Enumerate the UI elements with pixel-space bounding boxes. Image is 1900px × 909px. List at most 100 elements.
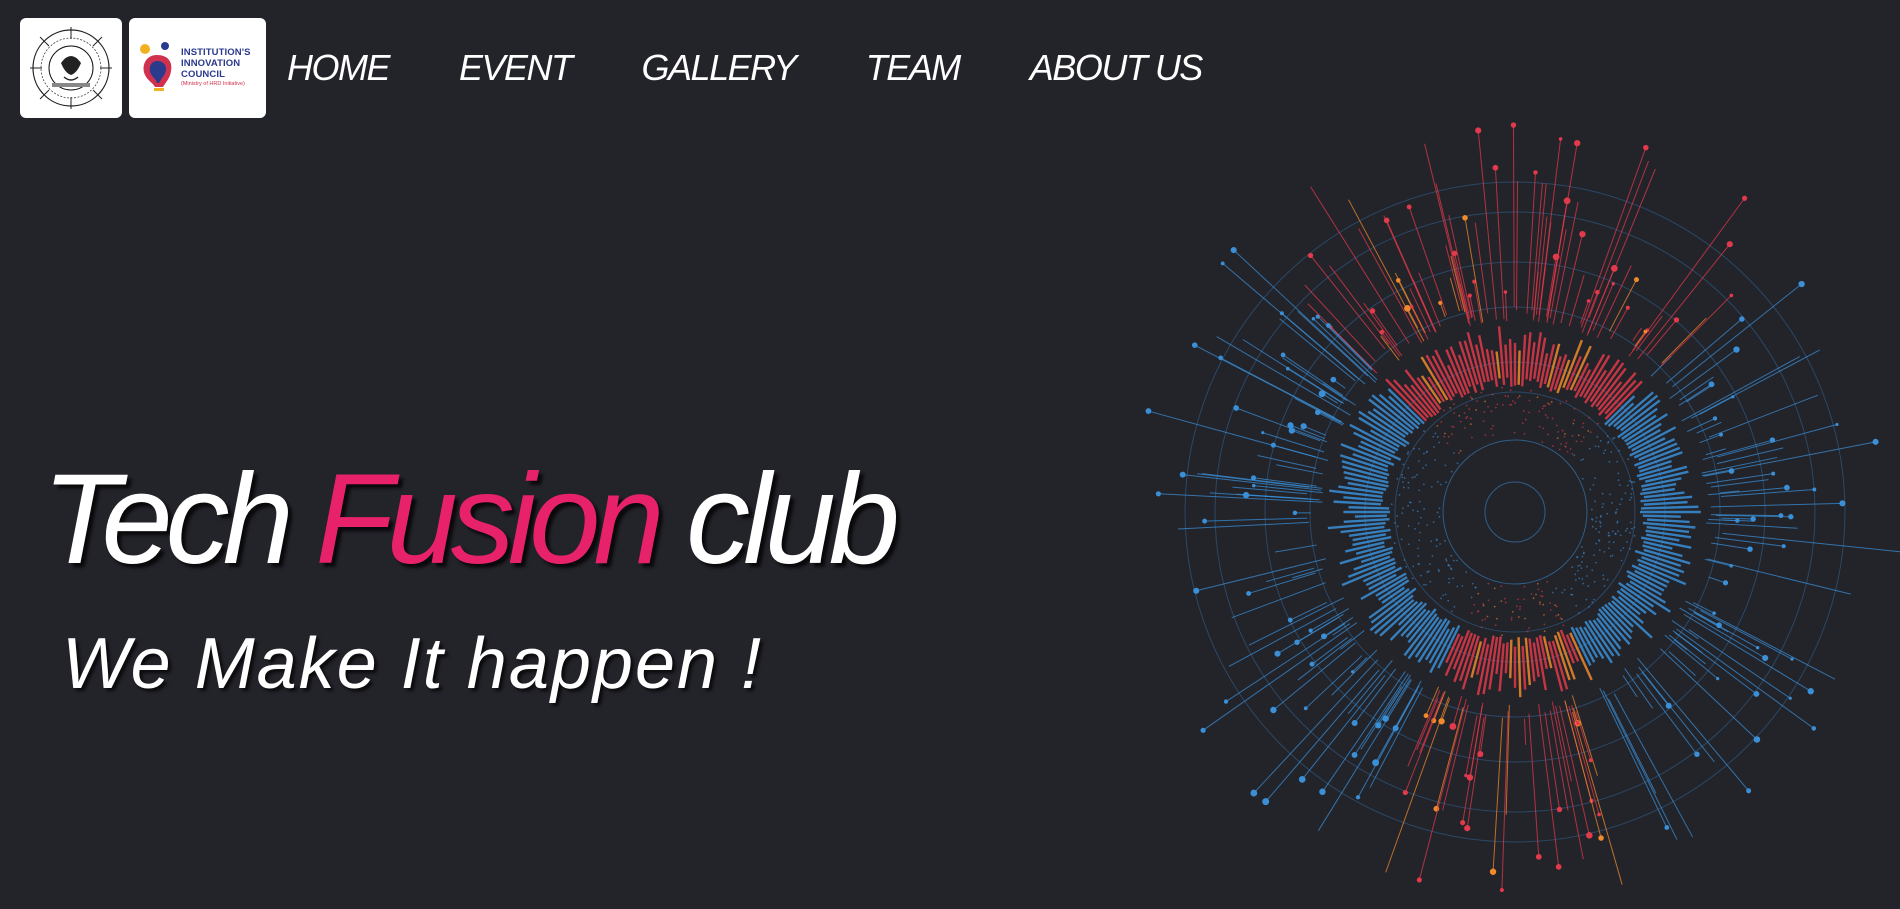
radial-texture-dot [1407,543,1410,546]
radial-texture-dot [1569,448,1572,450]
radial-texture-dot [1461,585,1464,587]
nav-home[interactable]: HOME [287,18,391,118]
radial-spike-tip [1252,483,1256,488]
radial-texture-dot [1633,534,1636,537]
radial-band-bar [1508,338,1513,387]
nav-team[interactable]: TEAM [866,18,962,118]
radial-texture-dot [1624,492,1627,495]
radial-spike [1194,344,1343,423]
radial-texture-dot [1511,400,1514,402]
iic-logo[interactable]: INSTITUTION'S INNOVATION COUNCIL (Minist… [129,17,266,118]
radial-spike-tip [1464,825,1471,832]
radial-texture-dot [1492,424,1494,427]
radial-spike-tip [1728,468,1735,474]
radial-texture-dot [1423,430,1425,433]
radial-texture-dot [1597,422,1599,425]
radial-texture-dot [1402,486,1405,489]
radial-spike [1572,711,1623,885]
radial-texture-dot [1603,550,1606,553]
radial-spike-tip [1449,723,1457,730]
radial-texture-dot [1409,501,1412,504]
radial-texture-dot [1560,443,1563,445]
radial-texture-dot [1442,594,1445,597]
radial-texture-dot [1604,449,1607,452]
radial-spike [1679,376,1714,401]
radial-spike [1328,325,1373,370]
radial-texture-dot [1577,612,1580,614]
radial-band-bar [1647,518,1690,524]
radial-spike-tip [1309,661,1315,667]
radial-texture-dot [1544,413,1547,416]
radial-spike-tip [1788,514,1794,520]
radial-texture-dot [1481,619,1484,622]
radial-texture-dot [1407,450,1410,453]
radial-texture-dot [1403,559,1406,561]
radial-texture-dot [1577,434,1580,437]
radial-texture-dot [1585,598,1588,601]
radial-spike [1688,629,1791,699]
radial-band-bar [1517,350,1521,385]
radial-spike [1596,265,1632,338]
radial-spike [1545,256,1557,317]
radial-texture-dot [1474,586,1477,589]
radial-texture-dot [1608,547,1610,550]
nav-about-us[interactable]: ABOUT US [1030,18,1204,118]
radial-spike-tip [1625,305,1630,310]
radial-texture-dot [1588,447,1591,450]
radial-texture-dot [1570,593,1572,596]
radial-spike-tip [1416,877,1422,883]
radial-texture-dot [1591,518,1594,521]
radial-texture-dot [1554,604,1557,607]
radial-spike-tip [1753,736,1761,743]
radial-spike-tip [1574,139,1581,147]
radial-spike [1668,651,1696,677]
radial-spike [1377,674,1411,726]
radial-texture-dot [1465,404,1468,407]
radial-spike-tip [1597,812,1601,817]
radial-spike-tip [1535,853,1542,860]
radial-texture-dot [1582,436,1585,439]
radial-texture-dot [1571,434,1574,437]
radial-spike [1641,671,1670,707]
radial-spike [1634,331,1646,347]
radial-texture-dot [1598,549,1601,552]
radial-texture-dot [1628,480,1631,482]
radial-texture-dot [1429,580,1432,583]
radial-spike [1148,410,1329,461]
radial-spike-tip [1462,215,1468,221]
nav-event[interactable]: EVENT [459,18,573,118]
radial-texture-dot [1630,493,1633,495]
radial-spike [1661,317,1707,364]
radial-texture-dot [1517,598,1519,601]
nav-gallery[interactable]: GALLERY [642,18,798,118]
radial-spike-tip [1733,346,1740,353]
radial-spike-tip [1729,564,1733,568]
radial-texture-dot [1528,411,1531,414]
radial-texture-dot [1407,467,1410,469]
radial-spike [1660,295,1732,367]
radial-spike-tip [1402,789,1408,796]
radial-texture-dot [1434,458,1437,461]
radial-texture-dot [1620,549,1622,552]
radial-band-bar [1504,344,1509,378]
radial-texture-dot [1470,612,1473,615]
radial-spike-tip [1351,752,1358,758]
club-logo[interactable] [20,17,122,118]
radial-spike [1636,673,1698,755]
radial-spike-tip [1308,628,1313,633]
radial-texture-dot [1426,571,1429,573]
radial-spike-tip [1406,204,1412,210]
radial-spike [1707,487,1787,496]
radial-texture-dot [1453,452,1455,454]
radial-texture-dot [1540,595,1542,597]
radial-texture-dot [1573,407,1576,410]
radial-spike-tip [1379,329,1385,335]
radial-texture-dot [1413,447,1415,450]
radial-texture-dot [1426,524,1429,526]
radial-texture-dot [1445,558,1448,561]
radial-spike-tip [1781,544,1786,549]
radial-spike-tip [1558,137,1563,141]
radial-texture-dot [1598,531,1601,534]
radial-spike [1710,479,1769,488]
radial-ring [1442,439,1588,585]
